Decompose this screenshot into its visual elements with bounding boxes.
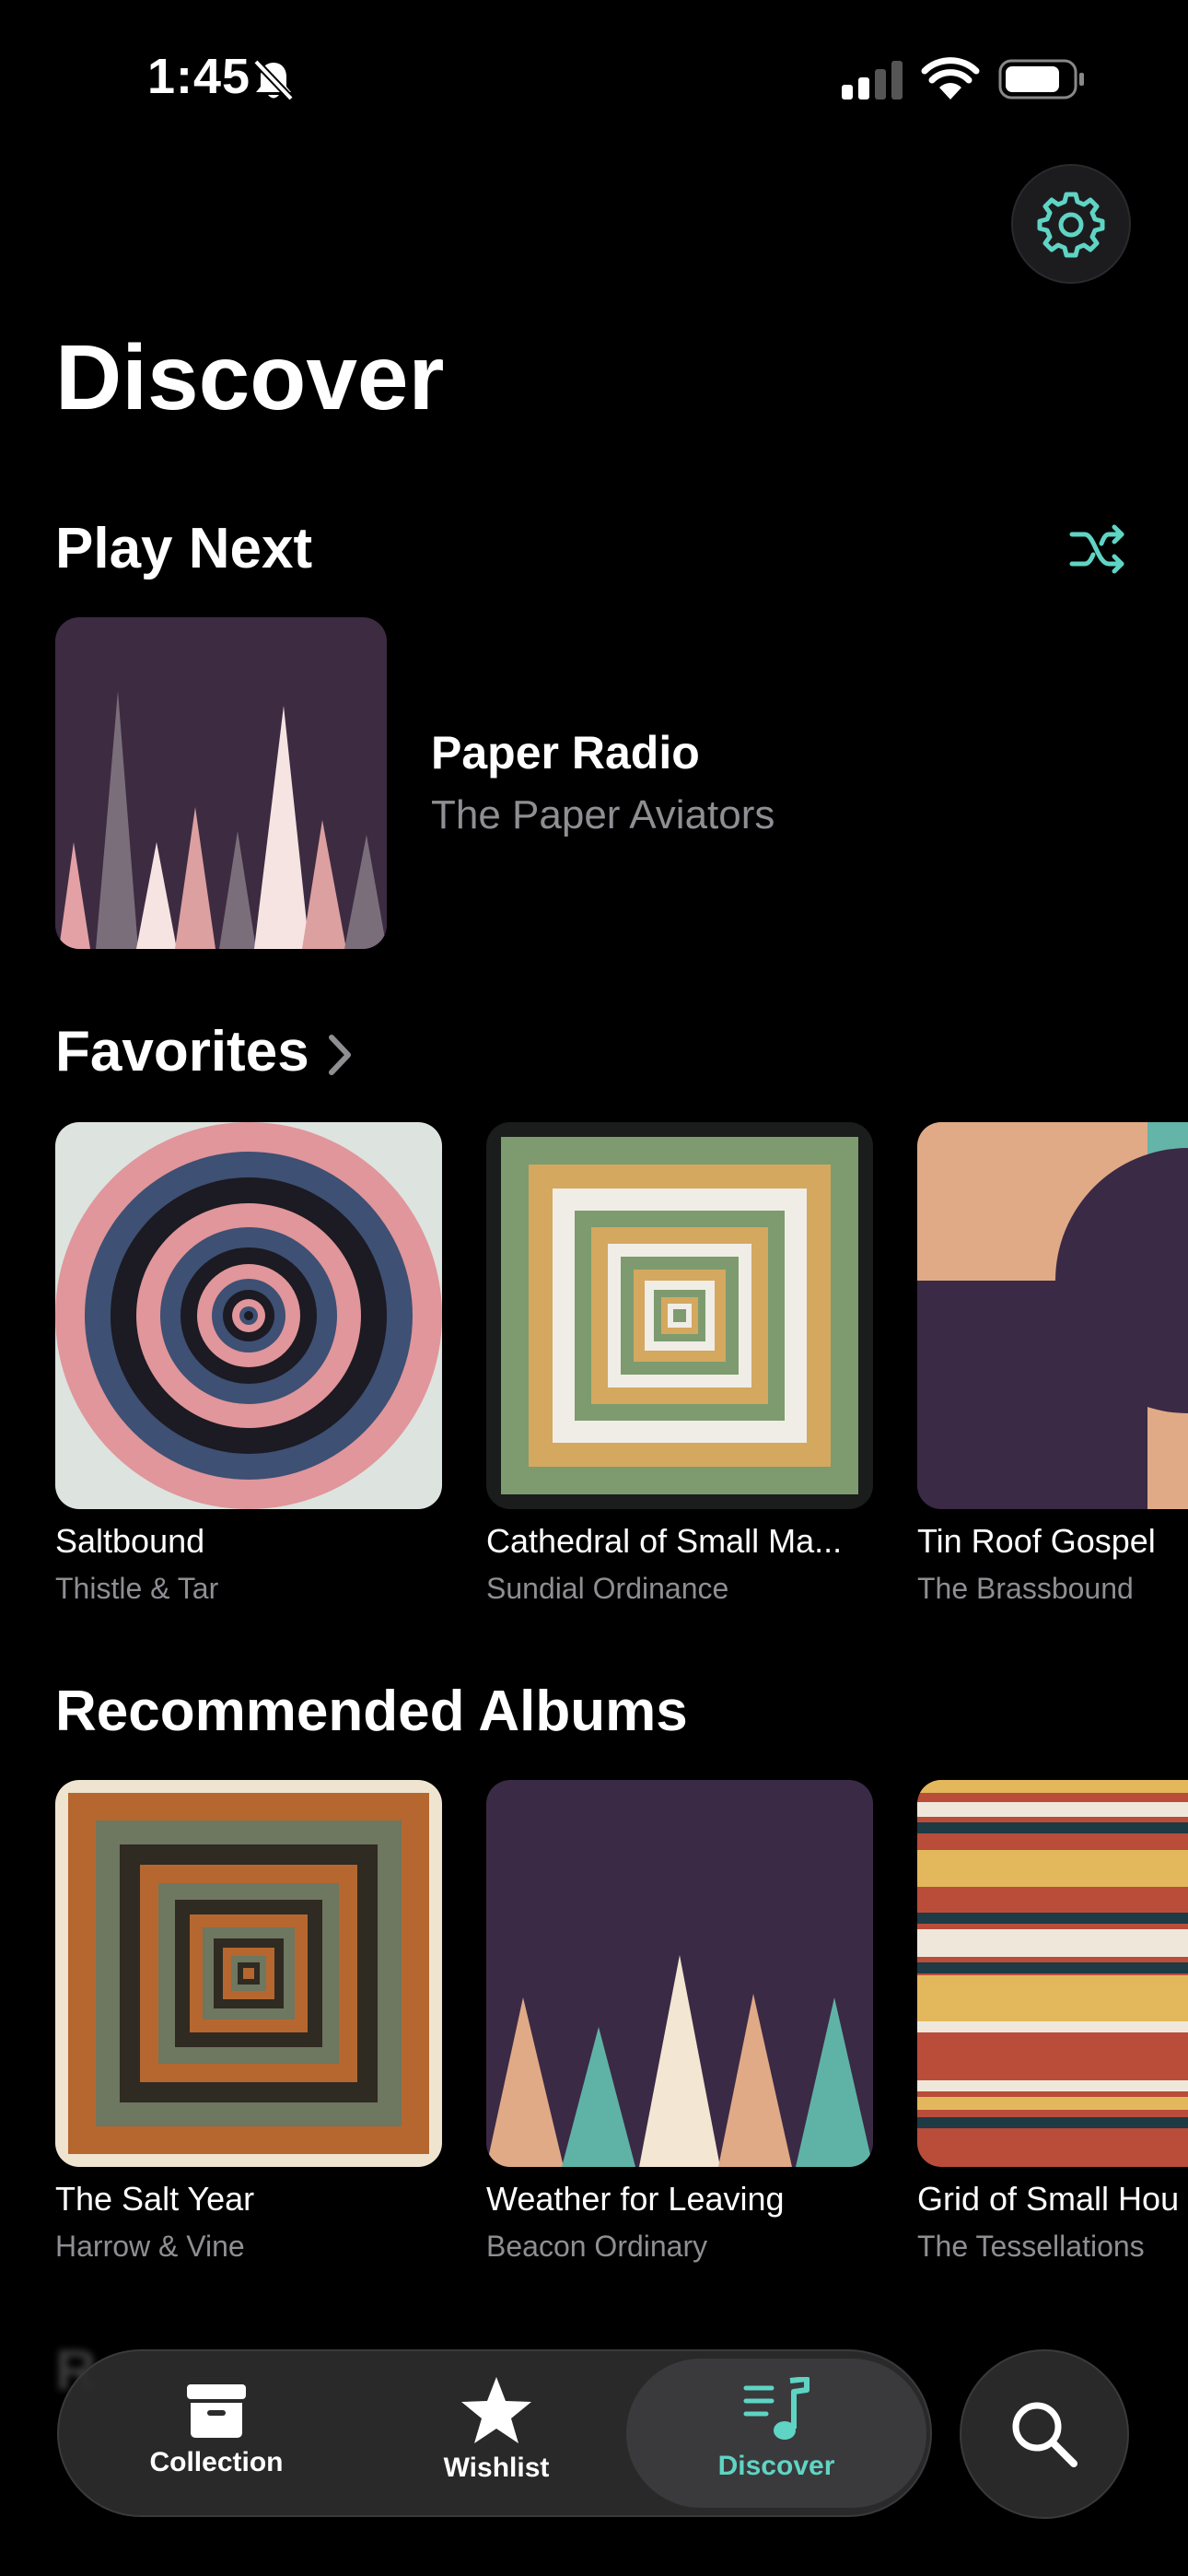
recommended-artist-3[interactable]: The Tessellations xyxy=(917,2230,1188,2264)
tab-wishlist-label: Wishlist xyxy=(443,2453,550,2483)
recommended-heading: Recommended Albums xyxy=(55,1680,688,1743)
bell-slash-icon xyxy=(253,59,294,101)
favorite-artist-2[interactable]: Sundial Ordinance xyxy=(486,1572,873,1606)
favorite-cover-1[interactable] xyxy=(55,1122,442,1509)
play-next-heading: Play Next xyxy=(55,517,313,580)
favorite-artist-3[interactable]: The Brassbound xyxy=(917,1572,1188,1606)
favorite-artist-1[interactable]: Thistle & Tar xyxy=(55,1572,442,1606)
gear-icon xyxy=(1037,192,1105,258)
search-icon xyxy=(1012,2402,1077,2467)
search-button[interactable] xyxy=(960,2349,1129,2519)
shuffle-icon[interactable] xyxy=(1068,521,1127,577)
tab-collection-label: Collection xyxy=(149,2447,284,2477)
play-next-cover[interactable] xyxy=(55,617,387,949)
favorite-title-1[interactable]: Saltbound xyxy=(55,1522,442,1561)
album-art-stripes xyxy=(917,1780,1188,2167)
recommended-artist-1[interactable]: Harrow & Vine xyxy=(55,2230,442,2264)
chevron-right-icon[interactable] xyxy=(324,1032,355,1078)
album-art-squares-warm xyxy=(55,1780,442,2167)
album-art-peaks xyxy=(55,617,387,949)
battery-icon xyxy=(998,59,1084,100)
album-art-blocks xyxy=(917,1122,1188,1509)
favorite-title-3[interactable]: Tin Roof Gospel xyxy=(917,1522,1188,1561)
recommended-cover-1[interactable] xyxy=(55,1780,442,2167)
recommended-title-3[interactable]: Grid of Small Hou xyxy=(917,2180,1188,2219)
tab-discover-label: Discover xyxy=(717,2451,835,2481)
page-title: Discover xyxy=(55,326,445,429)
music-list-icon xyxy=(743,2377,809,2440)
star-icon xyxy=(461,2377,531,2443)
recommended-artist-2[interactable]: Beacon Ordinary xyxy=(486,2230,873,2264)
favorite-cover-3[interactable] xyxy=(917,1122,1188,1509)
recommended-cover-3[interactable] xyxy=(917,1780,1188,2167)
archive-box-icon xyxy=(187,2384,246,2438)
album-art-peaks-teal xyxy=(486,1780,873,2167)
album-art-circles xyxy=(55,1122,442,1509)
album-art-squares xyxy=(486,1122,873,1509)
recommended-cover-2[interactable] xyxy=(486,1780,873,2167)
play-next-title[interactable]: Paper Radio xyxy=(431,726,700,779)
wifi-icon xyxy=(921,57,980,100)
tab-discover[interactable]: Discover xyxy=(665,2377,888,2541)
status-time: 1:45 xyxy=(147,49,251,104)
tab-wishlist[interactable]: Wishlist xyxy=(389,2375,604,2539)
signal-icon xyxy=(842,61,903,100)
recommended-title-2[interactable]: Weather for Leaving xyxy=(486,2180,873,2219)
settings-button[interactable] xyxy=(1011,164,1131,284)
favorites-heading[interactable]: Favorites xyxy=(55,1017,309,1087)
play-next-artist[interactable]: The Paper Aviators xyxy=(431,792,775,838)
recommended-title-1[interactable]: The Salt Year xyxy=(55,2180,442,2219)
favorite-title-2[interactable]: Cathedral of Small Ma... xyxy=(486,1522,873,1561)
tab-collection[interactable]: Collection xyxy=(111,2383,322,2547)
favorite-cover-2[interactable] xyxy=(486,1122,873,1509)
